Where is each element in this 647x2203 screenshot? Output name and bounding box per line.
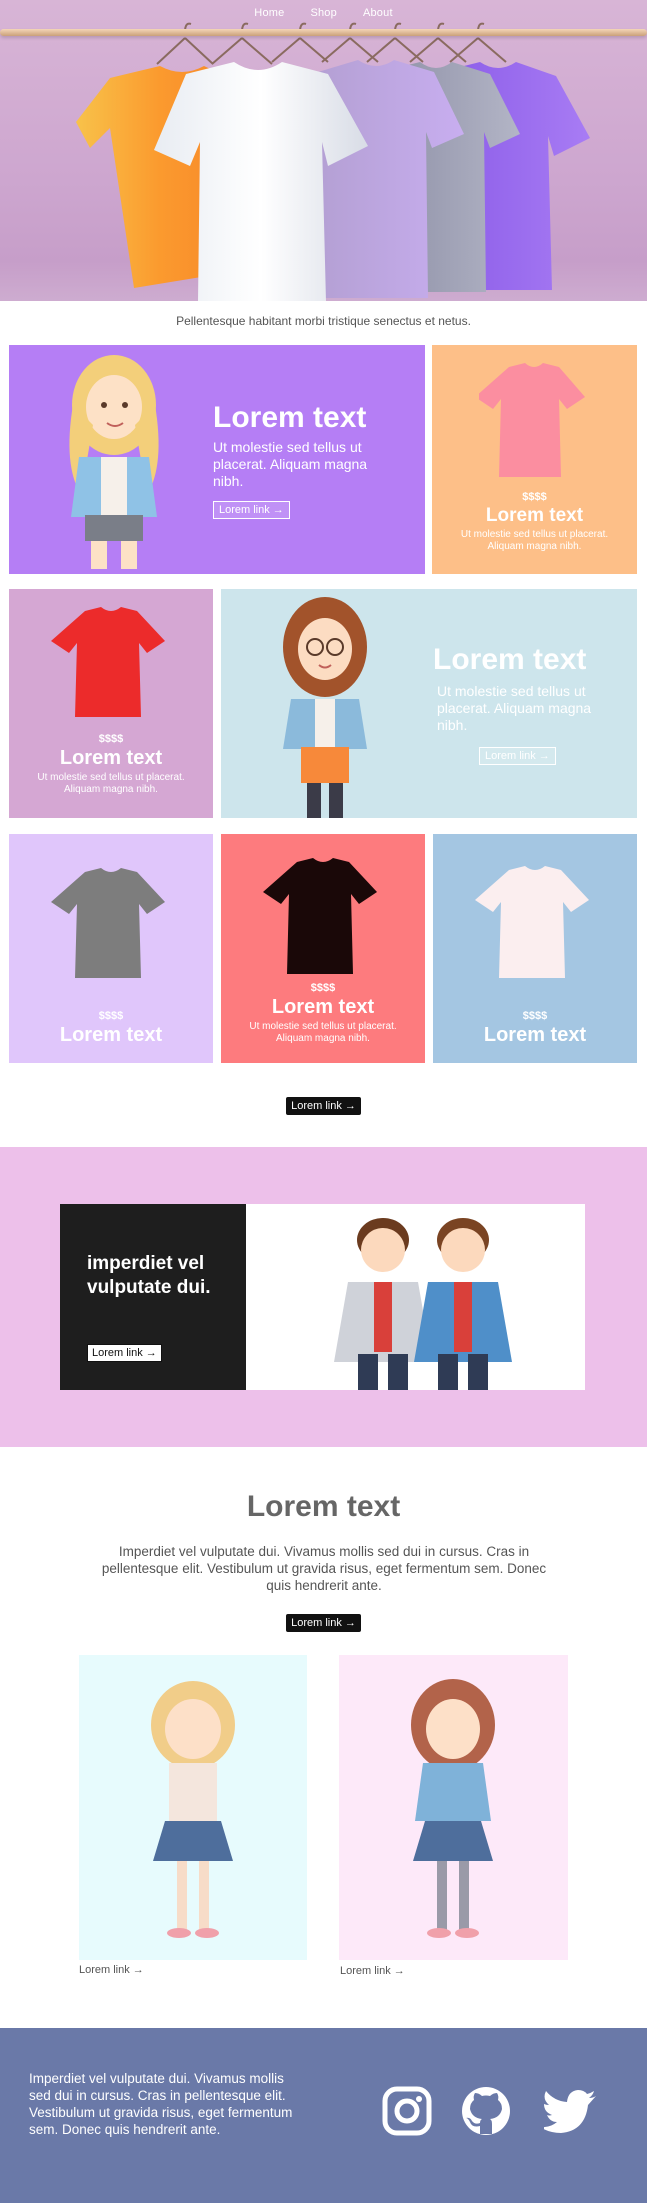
grid-link-wrap: Lorem link → — [0, 1096, 647, 1115]
black-shirt-image — [263, 858, 377, 974]
promo-banner-text-panel: imperdiet vel vulputate dui. Lorem link … — [60, 1204, 246, 1390]
feature-card-2-link[interactable]: Lorem link → — [479, 747, 556, 765]
product-card-white-title: Lorem text — [483, 1024, 587, 1046]
product-card-gray[interactable]: $$$$ Lorem text — [9, 834, 213, 1063]
clothes-rail — [0, 29, 647, 36]
gray-shirt-image — [51, 868, 165, 978]
product-card-red-title: Lorem text — [59, 747, 163, 769]
section-link[interactable]: Lorem link → — [286, 1614, 361, 1632]
feature-card-2-body: Ut molestie sed tellus ut placerat. Aliq… — [437, 683, 592, 733]
product-card-white-price: $$$$ — [522, 1010, 548, 1022]
section-link-wrap: Lorem link → — [0, 1613, 647, 1632]
section-body: Imperdiet vel vulputate dui. Vivamus mol… — [101, 1544, 547, 1593]
promo-banner-title: imperdiet vel vulputate dui. — [87, 1253, 211, 1298]
feature-card-1-link[interactable]: Lorem link → — [213, 501, 290, 519]
girl-brunette-illustration — [411, 1679, 495, 1938]
product-card-red-body: Ut molestie sed tellus ut placerat. Aliq… — [37, 772, 185, 795]
two-boys-illustration — [334, 1218, 512, 1390]
product-card-peach-body: Ut molestie sed tellus ut placerat. Aliq… — [460, 529, 609, 552]
top-nav: Home Shop About — [0, 7, 647, 19]
pink-shirt-image — [479, 363, 585, 477]
section-card-left-link[interactable]: Lorem link → — [79, 1964, 144, 1976]
girl-blonde-illustration — [151, 1681, 235, 1938]
feature-card-1[interactable]: Lorem text Ut molestie sed tellus ut pla… — [9, 345, 425, 574]
girl-illustration — [69, 355, 159, 569]
feature-card-2[interactable]: Lorem text Ut molestie sed tellus ut pla… — [221, 589, 637, 818]
feature-card-1-body: Ut molestie sed tellus ut placerat. Aliq… — [213, 439, 368, 489]
product-card-red[interactable]: $$$$ Lorem text Ut molestie sed tellus u… — [9, 589, 213, 818]
section-card-left[interactable] — [79, 1655, 307, 1960]
grid-link[interactable]: Lorem link → — [286, 1097, 361, 1115]
promo-banner-link[interactable]: Lorem link → — [87, 1344, 162, 1362]
product-card-black[interactable]: $$$$ Lorem text Ut molestie sed tellus u… — [221, 834, 425, 1063]
product-card-peach-price: $$$$ — [522, 491, 547, 503]
nav-shop[interactable]: Shop — [310, 7, 337, 19]
product-card-black-title: Lorem text — [271, 996, 375, 1018]
github-icon[interactable] — [460, 2085, 512, 2137]
product-card-red-price: $$$$ — [98, 733, 124, 745]
girl-glasses-illustration — [283, 597, 367, 818]
white-shirt-image — [475, 866, 589, 978]
footer-text: Imperdiet vel vulputate dui. Vivamus mol… — [29, 2071, 293, 2137]
tagline: Pellentesque habitant morbi tristique se… — [176, 314, 471, 328]
section-title: Lorem text — [246, 1490, 401, 1523]
product-card-gray-price: $$$$ — [98, 1010, 124, 1022]
red-shirt-image — [51, 607, 165, 717]
instagram-icon[interactable] — [381, 2085, 433, 2137]
section-card-right-link[interactable]: Lorem link → — [340, 1965, 405, 1977]
promo-banner-image — [246, 1204, 585, 1390]
twitter-icon[interactable] — [544, 2090, 598, 2134]
nav-home[interactable]: Home — [254, 7, 284, 19]
product-card-black-body: Ut molestie sed tellus ut placerat. Aliq… — [249, 1021, 397, 1044]
page: Home Shop About Pellentesque habitant mo… — [0, 0, 647, 2203]
hero-shirts-image — [76, 22, 590, 301]
section-card-right[interactable] — [339, 1655, 568, 1960]
feature-card-2-title: Lorem text — [433, 643, 587, 676]
product-card-black-price: $$$$ — [310, 982, 336, 994]
nav-about[interactable]: About — [363, 7, 393, 19]
product-card-white[interactable]: $$$$ Lorem text — [433, 834, 637, 1063]
product-card-gray-title: Lorem text — [59, 1024, 163, 1046]
hero-banner: Home Shop About — [0, 0, 647, 301]
product-card-peach-title: Lorem text — [485, 505, 584, 526]
feature-card-1-title: Lorem text — [213, 401, 367, 434]
product-card-peach[interactable]: $$$$ Lorem text Ut molestie sed tellus u… — [432, 345, 637, 574]
